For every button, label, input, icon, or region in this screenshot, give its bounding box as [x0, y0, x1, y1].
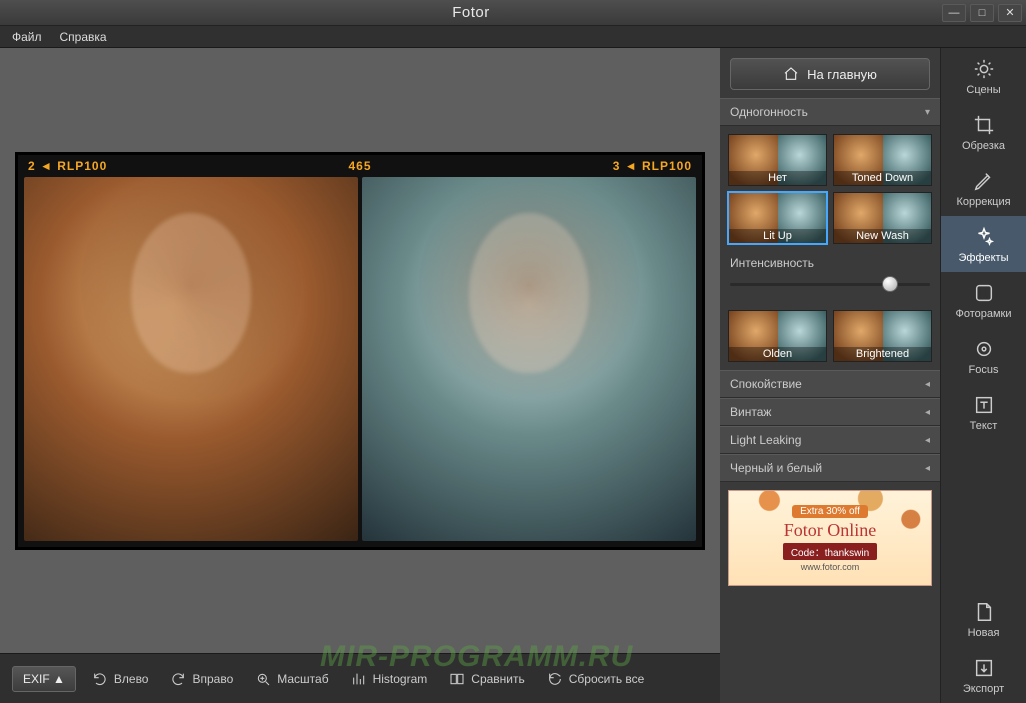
text-icon [973, 394, 995, 416]
reset-button[interactable]: Сбросить все [541, 667, 651, 691]
minimize-button[interactable]: — [942, 4, 966, 22]
promo-url: www.fotor.com [801, 562, 860, 572]
effect-thumb[interactable]: Olden [728, 310, 827, 362]
tool-export[interactable]: Экспорт [941, 647, 1026, 703]
chevron-down-icon: ▾ [925, 107, 930, 118]
tool-focus[interactable]: Focus [941, 328, 1026, 384]
film-frame: 2 ◄ RLP100 465 3 ◄ RLP100 [15, 152, 705, 550]
section-collapsed[interactable]: Спокойствие◂ [720, 370, 940, 398]
promo-title: Fotor Online [784, 520, 877, 541]
tool-crop[interactable]: Обрезка [941, 104, 1026, 160]
section-current[interactable]: Одногонность ▾ [720, 98, 940, 126]
bottom-toolbar: EXIF ▲ Влево Вправо Масштаб Histogram Ср… [0, 653, 720, 703]
zoom-icon [255, 671, 271, 687]
film-mark-center: 465 [348, 159, 371, 173]
film-mark-left: 2 ◄ RLP100 [28, 159, 107, 173]
intensity-label: Интенсивность [730, 256, 930, 270]
tool-frames[interactable]: Фоторамки [941, 272, 1026, 328]
zoom-button[interactable]: Масштаб [249, 667, 334, 691]
menu-help[interactable]: Справка [60, 30, 107, 44]
effect-thumbs-top: Нет Toned Down Lit Up New Wash [720, 126, 940, 252]
sun-icon [973, 58, 995, 80]
effect-thumbs-bottom: Olden Brightened [720, 302, 940, 370]
export-icon [973, 657, 995, 679]
effect-thumb[interactable]: Brightened [833, 310, 932, 362]
menubar: Файл Справка [0, 26, 1026, 48]
histogram-button[interactable]: Histogram [345, 667, 434, 691]
chevron-left-icon: ◂ [925, 435, 930, 446]
pencil-icon [973, 170, 995, 192]
rotate-right-icon [170, 671, 186, 687]
titlebar: Fotor — □ ✕ [0, 0, 1026, 26]
tool-column: Сцены Обрезка Коррекция Эффекты Фоторамк… [940, 48, 1026, 703]
tool-adjust[interactable]: Коррекция [941, 160, 1026, 216]
promo-code: Code：thankswin [783, 543, 877, 560]
effect-thumb-selected[interactable]: Lit Up [728, 192, 827, 244]
histogram-icon [351, 671, 367, 687]
reset-icon [547, 671, 563, 687]
tool-new[interactable]: Новая [941, 591, 1026, 647]
tool-scenes[interactable]: Сцены [941, 48, 1026, 104]
promo-banner[interactable]: Extra 30% off Fotor Online Code：thankswi… [728, 490, 932, 586]
maximize-button[interactable]: □ [970, 4, 994, 22]
compare-button[interactable]: Сравнить [443, 667, 530, 691]
menu-file[interactable]: Файл [12, 30, 42, 44]
effect-thumb[interactable]: New Wash [833, 192, 932, 244]
film-mark-right: 3 ◄ RLP100 [613, 159, 692, 173]
preview-image-effect [362, 177, 696, 541]
canvas-area[interactable]: 2 ◄ RLP100 465 3 ◄ RLP100 [0, 48, 720, 653]
close-button[interactable]: ✕ [998, 4, 1022, 22]
chevron-left-icon: ◂ [925, 379, 930, 390]
target-icon [973, 338, 995, 360]
chevron-left-icon: ◂ [925, 407, 930, 418]
rotate-right-button[interactable]: Вправо [164, 667, 239, 691]
frame-icon [973, 282, 995, 304]
intensity-control: Интенсивность [720, 252, 940, 302]
section-collapsed[interactable]: Черный и белый◂ [720, 454, 940, 482]
preview-image-original [24, 177, 358, 541]
tool-text[interactable]: Текст [941, 384, 1026, 440]
home-button[interactable]: На главную [730, 58, 930, 90]
window-title: Fotor [452, 4, 490, 21]
compare-icon [449, 671, 465, 687]
section-collapsed[interactable]: Light Leaking◂ [720, 426, 940, 454]
crop-icon [973, 114, 995, 136]
exif-button[interactable]: EXIF ▲ [12, 666, 76, 692]
sparkle-icon [973, 226, 995, 248]
section-collapsed[interactable]: Винтаж◂ [720, 398, 940, 426]
file-icon [973, 601, 995, 623]
home-icon [783, 66, 799, 82]
intensity-slider[interactable] [730, 276, 930, 292]
canvas-column: 2 ◄ RLP100 465 3 ◄ RLP100 EXIF ▲ Влево В… [0, 48, 720, 703]
chevron-left-icon: ◂ [925, 463, 930, 474]
tool-effects[interactable]: Эффекты [941, 216, 1026, 272]
slider-knob[interactable] [882, 276, 898, 292]
effect-thumb[interactable]: Toned Down [833, 134, 932, 186]
effects-panel: На главную Одногонность ▾ Нет Toned Down… [720, 48, 940, 703]
rotate-left-button[interactable]: Влево [86, 667, 155, 691]
effect-thumb[interactable]: Нет [728, 134, 827, 186]
rotate-left-icon [92, 671, 108, 687]
promo-tag: Extra 30% off [792, 505, 868, 518]
